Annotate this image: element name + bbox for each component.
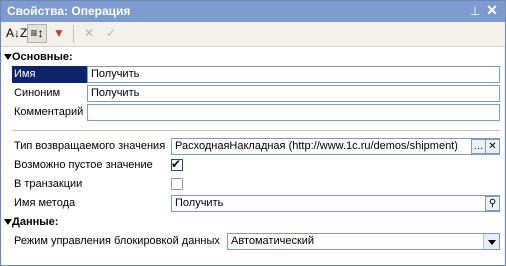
checkmark-icon: ✔ [171,157,182,171]
nullable-checkbox[interactable]: ✔ [171,157,183,171]
clear-type-button[interactable]: ✕ [485,139,500,154]
name-label: Имя [12,66,88,83]
group-basic-title: Основные: [12,51,73,63]
return-type-label: Тип возвращаемого значения [14,140,166,152]
comment-label: Комментарий [14,106,84,118]
nullable-label: Возможно пустое значение [14,159,153,171]
check-icon: ✓ [105,26,117,40]
sort-alphabetically-button[interactable]: A↓Z [5,24,28,43]
filter-icon: ▼ [53,26,65,40]
group-data-title: Данные: [12,216,59,228]
collapse-arrow-icon[interactable] [4,54,12,60]
method-name-label: Имя метода [14,197,76,209]
apply-button[interactable]: ✓ [101,24,121,43]
synonym-field[interactable]: Получить [87,85,500,102]
close-icon[interactable]: ✕ [486,3,498,18]
divider [12,130,500,131]
transaction-label: В транзакции [14,178,83,190]
choose-button[interactable]: … [471,139,486,154]
lock-mode-select[interactable]: Автоматический [227,233,500,250]
toolbar: A↓Z ≡↕ ▼ ✕ ✓ [1,22,505,47]
clear-value-button[interactable]: ✕ [79,24,99,43]
return-type-value: РасходнаяНакладная (http://www.1c.ru/dem… [175,140,458,152]
name-field[interactable]: Получить [87,66,500,83]
property-sheet: Основные: Имя Получить Синоним Получить … [2,47,504,265]
sort-by-category-button[interactable]: ≡↕ [27,24,47,43]
title-bar: Свойства: Операция ⊥ ✕ [1,1,505,22]
return-type-field[interactable]: РасходнаяНакладная (http://www.1c.ru/dem… [171,138,500,155]
comment-field[interactable] [87,104,500,121]
filter-button[interactable]: ▼ [49,24,69,43]
clear-icon: ✕ [83,26,95,40]
method-name-field[interactable]: Получить [171,195,500,212]
window-title: Свойства: Операция [7,4,131,18]
transaction-checkbox[interactable] [171,178,183,190]
synonym-label: Синоним [14,87,61,99]
sort-alpha-icon: A↓Z [6,26,28,40]
pin-icon[interactable]: ⊥ [469,4,481,18]
search-icon: ⚲ [488,198,497,209]
lock-mode-label: Режим управления блокировкой данных [14,235,220,247]
lock-mode-value: Автоматический [231,235,315,247]
group-basic-header[interactable]: Основные: [2,50,504,65]
category-icon: ≡↕ [30,26,44,40]
search-button[interactable]: ⚲ [485,196,500,211]
chevron-down-icon[interactable] [483,234,499,249]
collapse-arrow-icon[interactable] [4,219,12,225]
toolbar-separator [73,25,74,43]
properties-window: Свойства: Операция ⊥ ✕ A↓Z ≡↕ ▼ ✕ ✓ Осно… [0,0,506,266]
group-data-header[interactable]: Данные: [2,215,504,230]
